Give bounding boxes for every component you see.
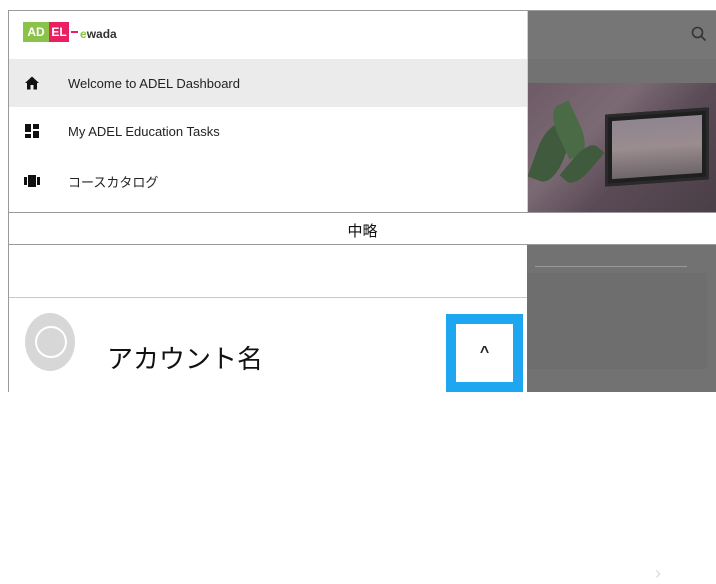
navigation-drawer: AD EL ewada Welcome to ADEL Dashboard My… <box>9 11 528 212</box>
nav-item-welcome[interactable]: Welcome to ADEL Dashboard <box>9 59 527 107</box>
avatar-circle-icon <box>35 326 67 358</box>
dashboard-divider <box>535 266 687 267</box>
nav-item-course-catalog[interactable]: コースカタログ <box>9 157 527 205</box>
omission-band: 中略 <box>9 212 716 245</box>
account-name: アカウント名 <box>107 344 264 374</box>
omission-label: 中略 <box>347 223 378 240</box>
catalog-icon <box>24 175 40 187</box>
laptop-illustration <box>605 107 709 187</box>
logo-dash <box>71 31 78 33</box>
dashboard-overlay: › <box>527 11 716 583</box>
account-menu-toggle-highlight[interactable]: ^ <box>446 314 523 392</box>
logo-mark-right: EL <box>49 22 69 42</box>
search-icon[interactable] <box>690 25 708 43</box>
logo-mark-left: AD <box>23 22 49 42</box>
nav-label: My ADEL Education Tasks <box>68 123 220 139</box>
nav-item-education-tasks[interactable]: My ADEL Education Tasks <box>9 107 527 155</box>
dashboard-card[interactable]: › <box>527 273 707 583</box>
logo-wordmark: ewada <box>80 27 117 41</box>
drawer-footer: アカウント名 ^ <box>9 245 527 392</box>
nav-label: コースカタログ <box>68 174 159 190</box>
avatar[interactable] <box>25 313 75 371</box>
chevron-up-icon[interactable]: ^ <box>456 324 513 382</box>
dashboard-icon <box>25 124 39 138</box>
chevron-right-icon[interactable]: › <box>655 563 661 584</box>
home-icon <box>25 76 39 90</box>
dashboard-header <box>527 11 716 59</box>
footer-divider <box>9 297 527 298</box>
nav-label: Welcome to ADEL Dashboard <box>68 75 240 91</box>
hero-image <box>527 83 716 213</box>
